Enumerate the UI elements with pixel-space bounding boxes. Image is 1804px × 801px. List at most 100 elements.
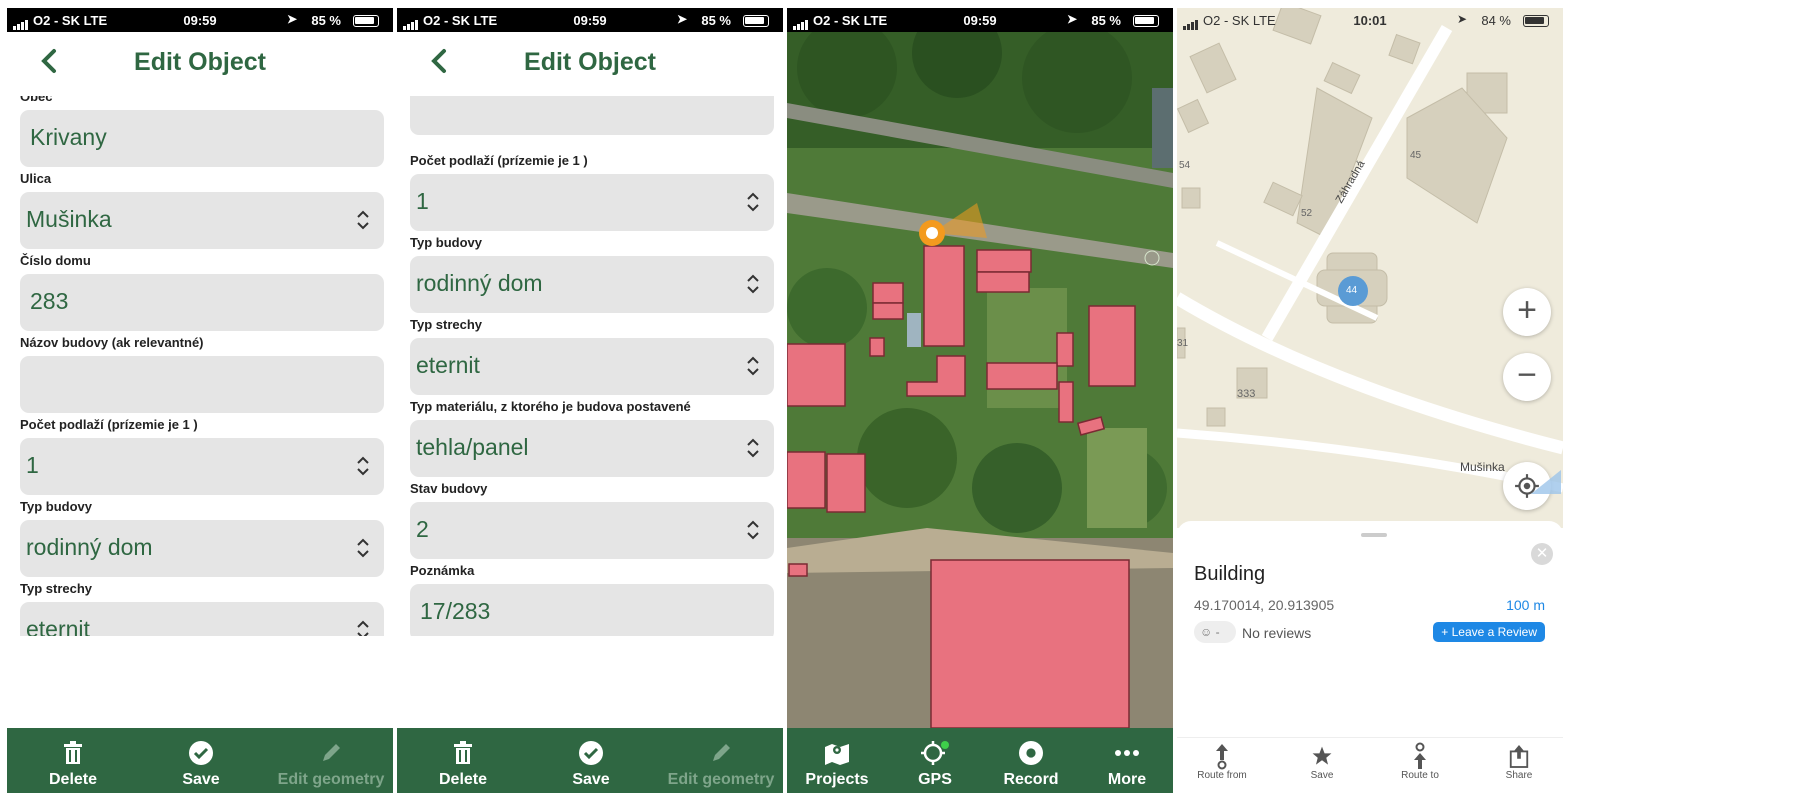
select-input[interactable]: rodinný dom xyxy=(410,256,774,313)
screen-edit-object-1: O2 - SK LTE 09:59 ➤ 85 % Edit Object Obe… xyxy=(7,8,393,793)
battery-percent: 85 % xyxy=(311,13,341,28)
save-place-label: Save xyxy=(1310,770,1334,781)
route-to-label: Route to xyxy=(1401,770,1439,781)
status-bar: O2 - SK LTE 10:01 ➤ 84 % xyxy=(1177,8,1563,32)
chevron-updown-icon xyxy=(357,538,369,558)
gps-button[interactable]: GPS xyxy=(889,728,981,793)
field-typ-strechy: Typ strechy eternit xyxy=(20,580,384,636)
select-input[interactable]: 1 xyxy=(20,438,384,495)
field-value: eternit xyxy=(26,616,90,636)
field-label: Názov budovy (ak relevantné) xyxy=(20,335,204,350)
zoom-in-button[interactable]: + xyxy=(1503,288,1551,336)
edit-geometry-button[interactable]: Edit geometry xyxy=(271,728,391,793)
field-typ-budovy: Typ budovy rodinný dom xyxy=(410,234,774,313)
share-icon xyxy=(1509,745,1529,768)
header: Edit Object xyxy=(397,32,783,96)
close-icon[interactable]: ✕ xyxy=(1531,543,1553,565)
select-input[interactable]: rodinný dom xyxy=(20,520,384,577)
house-number: 54 xyxy=(1179,160,1191,171)
text-input[interactable]: 283 xyxy=(20,274,384,331)
text-input[interactable]: Krivany xyxy=(20,110,384,167)
share-label: Share xyxy=(1505,770,1533,781)
text-input[interactable] xyxy=(410,96,774,135)
edit-form: Obec Krivany Ulica Mušinka Číslo domu 28… xyxy=(7,96,393,636)
delete-label: Delete xyxy=(438,771,488,788)
select-input[interactable]: eternit xyxy=(20,602,384,636)
place-actions-bar: Route from Save Route to Share xyxy=(1177,737,1563,793)
house-number: 45 xyxy=(1410,150,1422,161)
field-value: 1 xyxy=(416,188,429,214)
edit-geometry-button[interactable]: Edit geometry xyxy=(661,728,781,793)
route-to-button[interactable]: Route to xyxy=(1380,742,1460,781)
bottom-nav: Projects GPS Record More xyxy=(787,728,1173,793)
field-pocet-podlazi: Počet podlaží (prízemie je 1 ) 1 xyxy=(410,152,774,231)
select-input[interactable]: tehla/panel xyxy=(410,420,774,477)
field-typ-strechy: Typ strechy eternit xyxy=(410,316,774,395)
status-bar: O2 - SK LTE 09:59 ➤ 85 % xyxy=(787,8,1173,32)
save-button[interactable]: Save xyxy=(155,728,247,793)
select-input[interactable]: 2 xyxy=(410,502,774,559)
more-button[interactable]: More xyxy=(1081,728,1173,793)
field-value: eternit xyxy=(416,352,480,378)
delete-button[interactable]: Delete xyxy=(27,728,119,793)
delete-label: Delete xyxy=(48,771,98,788)
edit-geometry-label: Edit geometry xyxy=(277,771,385,788)
battery-icon xyxy=(1523,15,1549,27)
battery-percent: 85 % xyxy=(701,13,731,28)
field-value: Mušinka xyxy=(26,206,112,232)
save-label: Save xyxy=(182,771,220,788)
sheet-handle[interactable] xyxy=(1361,533,1387,537)
battery-percent: 84 % xyxy=(1481,13,1511,28)
route-from-button[interactable]: Route from xyxy=(1182,742,1262,781)
field-label: Typ budovy xyxy=(410,235,482,250)
dots-icon xyxy=(1115,750,1139,756)
road-map[interactable] xyxy=(1177,8,1563,528)
check-circle-icon xyxy=(579,741,603,765)
field-label: Číslo domu xyxy=(20,253,91,268)
rating-value: - xyxy=(1215,625,1220,639)
field-label: Ulica xyxy=(20,171,52,186)
place-sheet: ✕ Building 49.170014, 20.913905 100 m ☺ … xyxy=(1177,521,1563,701)
house-number: 333 xyxy=(1237,388,1256,400)
text-input[interactable]: 17/283 xyxy=(410,584,774,636)
save-button[interactable]: Save xyxy=(545,728,637,793)
satellite-map[interactable] xyxy=(787,8,1173,728)
select-input[interactable]: Mušinka xyxy=(20,192,384,249)
field-value: 2 xyxy=(416,516,429,542)
status-bar: O2 - SK LTE 09:59 ➤ 85 % xyxy=(397,8,783,32)
field-value: 1 xyxy=(26,452,39,478)
zoom-out-button[interactable]: − xyxy=(1503,353,1551,401)
map-icon xyxy=(825,744,849,765)
record-button[interactable]: Record xyxy=(985,728,1077,793)
select-input[interactable]: 1 xyxy=(410,174,774,231)
chevron-updown-icon xyxy=(747,438,759,458)
chevron-updown-icon xyxy=(747,192,759,212)
field-obec: Obec Krivany xyxy=(20,96,384,167)
text-input[interactable] xyxy=(20,356,384,413)
location-arrow-icon: ➤ xyxy=(1456,12,1467,26)
leave-review-button[interactable]: + Leave a Review xyxy=(1433,622,1545,642)
chevron-updown-icon xyxy=(747,356,759,376)
delete-button[interactable]: Delete xyxy=(417,728,509,793)
field-value: 17/283 xyxy=(420,598,491,624)
location-arrow-icon: ➤ xyxy=(286,12,297,26)
gps-label: GPS xyxy=(918,771,952,788)
screen-map-place: Záhradná Mušinka 54 52 45 44 333 31 O2 -… xyxy=(1177,8,1563,793)
house-number: 31 xyxy=(1177,338,1189,349)
route-to-icon xyxy=(1414,742,1426,769)
trash-icon xyxy=(454,741,472,764)
projects-button[interactable]: Projects xyxy=(791,728,883,793)
projects-label: Projects xyxy=(805,771,869,788)
battery-icon xyxy=(743,15,769,27)
save-place-button[interactable]: Save xyxy=(1282,742,1362,781)
rating-badge: ☺ - xyxy=(1194,621,1236,643)
select-input[interactable]: eternit xyxy=(410,338,774,395)
field-label: Typ budovy xyxy=(20,499,92,514)
status-bar: O2 - SK LTE 09:59 ➤ 85 % xyxy=(7,8,393,32)
field-value: Krivany xyxy=(30,124,107,150)
share-button[interactable]: Share xyxy=(1479,742,1559,781)
smiley-icon: ☺ xyxy=(1200,625,1216,639)
record-label: Record xyxy=(1003,771,1059,788)
field-label: Stav budovy xyxy=(410,481,488,496)
chevron-updown-icon xyxy=(747,274,759,294)
